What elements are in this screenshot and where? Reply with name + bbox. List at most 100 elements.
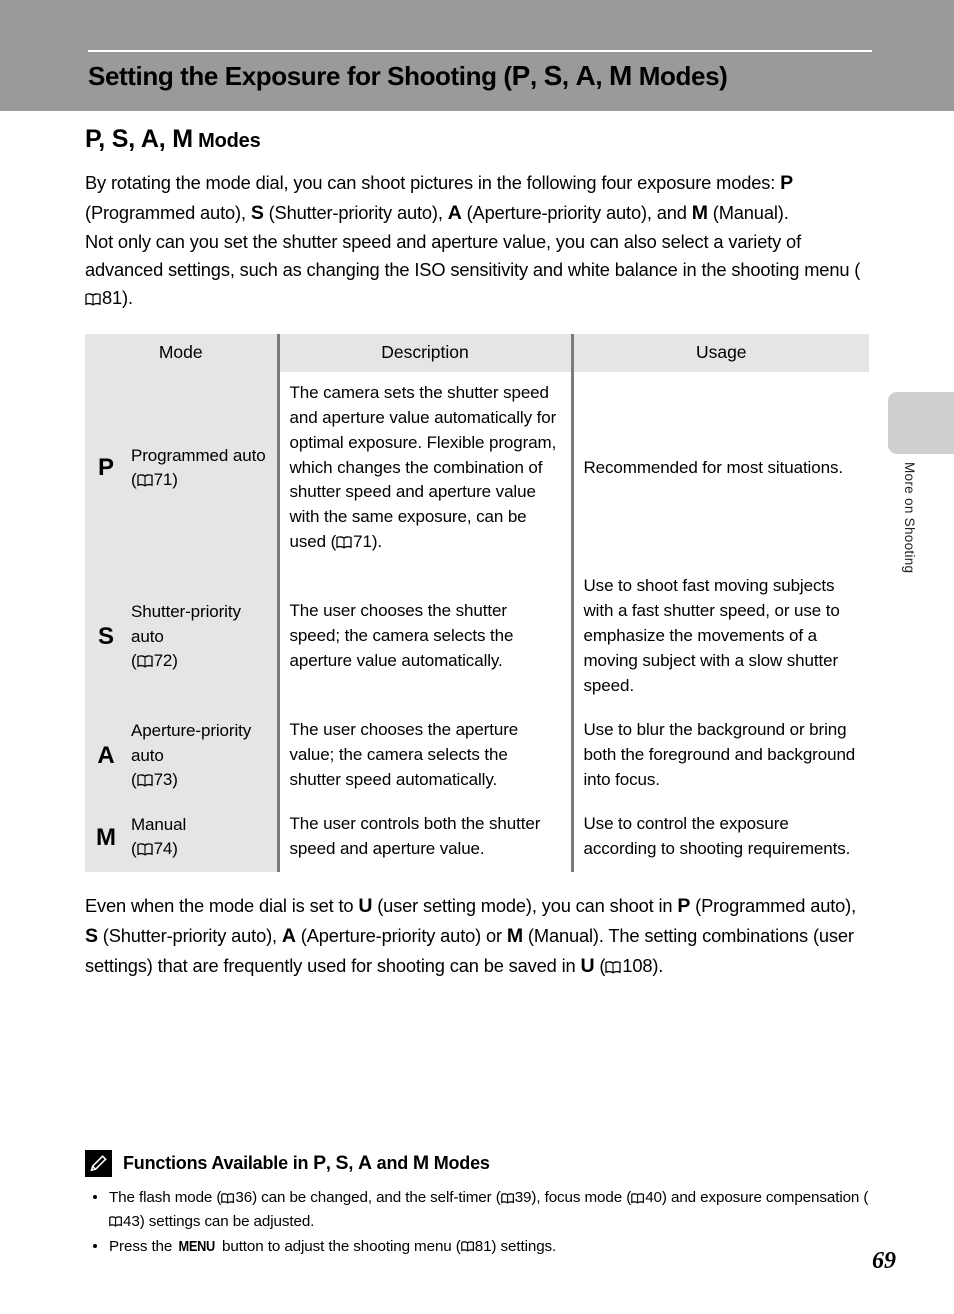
page-title-prefix: Setting the Exposure for Shooting ( [88,61,512,91]
inline-mode-u-2: U [580,955,595,978]
intro-text-a: By rotating the mode dial, you can shoot… [85,172,781,193]
intro-paragraph-2: Not only can you set the shutter speed a… [85,228,869,313]
after-text-h: ). [652,955,664,977]
intro2-text-b: ). [122,287,133,309]
mode-description-text-p: The camera sets the shutter speed and ap… [289,382,557,552]
page-number: 69 [872,1248,896,1274]
mode-description-p: The camera sets the shutter speed and ap… [276,371,572,566]
book-reference-icon [460,1241,475,1252]
mode-description-a: The user chooses the aperture value; the… [276,709,572,804]
bullet1-text-b: ) can be changed, and the self-timer ( [252,1189,501,1206]
mode-cell-a: A Aperture-priority auto(73) [85,709,278,804]
section-heading-mode-p: P [85,125,99,153]
note-title-prefix: Functions Available in [123,1153,314,1173]
note-mode-a: A [357,1152,372,1174]
table-header-row: Mode Description Usage [85,333,869,372]
inline-mode-s: S [250,202,264,225]
mode-page-ref-p: 71 [153,469,173,489]
inline-mode-p: P [780,172,793,194]
intro2-page-ref: 81 [102,287,123,309]
bullet1-ref-2: 39 [514,1189,532,1206]
bullet1-text-d: ) and exposure compensation ( [661,1189,869,1206]
mode-name-p: Programmed auto(71) [131,445,266,489]
intro-text-e: (Manual). [707,202,789,224]
section-heading-suffix: Modes [192,130,261,152]
inline-mode-p-2: P [677,895,691,918]
user-setting-paragraph: Even when the mode dial is set to U (use… [85,891,869,981]
bullet2-ref-1: 81 [474,1237,492,1255]
column-header-mode: Mode [85,333,278,372]
table-row: M Manual(74) The user controls both the … [85,803,869,873]
menu-button-glyph: MENU [178,1238,216,1255]
bullet1-ref-1: 36 [235,1189,253,1206]
note-mode-m: M [412,1152,429,1174]
mode-letter-a: A [97,742,115,770]
mode-name-s: Shutter-priority auto(72) [131,602,241,671]
inline-mode-m-2: M [506,925,523,948]
bullet2-text-c: ) settings. [491,1237,557,1255]
intro-text-b: (Programmed auto), [85,202,251,224]
intro-paragraph-1: By rotating the mode dial, you can shoot… [85,168,869,228]
after-text-g: ( [594,955,606,977]
mode-name-text-a: Aperture-priority auto [131,721,252,765]
page-title-mode-m: M [609,60,632,91]
page-title-mode-a: A [575,60,596,91]
after-text-e: (Aperture-priority auto) or [295,925,507,947]
after-text-c: (Programmed auto), [690,895,857,917]
after-text-a: Even when the mode dial is set to [85,895,359,917]
book-reference-icon [85,293,102,307]
book-reference-icon [605,961,622,975]
mode-name-m: Manual(74) [131,814,187,859]
page-title-suffix: Modes) [631,61,728,91]
note-mode-s: S [335,1152,349,1174]
mode-usage-p: Recommended for most situations. [570,371,869,566]
book-reference-icon [221,1192,235,1204]
mode-cell-p: P Programmed auto(71) [85,371,278,566]
mode-page-ref-m: 74 [153,839,173,859]
note-block: Functions Available in P, S, A and M Mod… [85,1150,869,1260]
table-row: S Shutter-priority auto(72) The user cho… [85,565,869,710]
book-reference-icon [136,774,154,787]
section-heading-mode-a: A [140,125,159,153]
page-content: P, S, A, M Modes By rotating the mode di… [85,125,869,981]
list-item: Press the MENU button to adjust the shoo… [85,1235,869,1259]
book-reference-icon [500,1192,515,1204]
mode-description-m: The user controls both the shutter speed… [276,803,572,873]
page-header-band: Setting the Exposure for Shooting (P, S,… [0,0,954,111]
inline-mode-a: A [447,202,462,225]
inline-mode-a-2: A [281,925,296,948]
after-text-d: (Shutter-priority auto), [97,925,282,947]
mode-usage-a: Use to blur the background or bring both… [570,709,869,804]
section-heading-mode-m: M [172,125,193,153]
book-reference-icon [631,1192,645,1204]
bullet1-text-a: The flash mode ( [109,1189,222,1206]
table-row: A Aperture-priority auto(73) The user ch… [85,709,869,804]
mode-name-a: Aperture-priority auto(73) [131,721,252,790]
note-bullet-list: The flash mode ( 36) can be changed, and … [85,1186,869,1259]
section-heading: P, S, A, M Modes [85,125,261,153]
mode-usage-s: Use to shoot fast moving subjects with a… [570,565,869,710]
mode-letter-p: P [98,454,114,482]
column-header-usage: Usage [570,333,869,372]
book-reference-icon [136,474,154,487]
bullet1-ref-3: 40 [645,1189,662,1206]
bullet2-text-a: Press the [109,1237,177,1255]
list-item: The flash mode ( 36) can be changed, and … [85,1186,869,1234]
page-title: Setting the Exposure for Shooting (P, S,… [88,60,728,91]
column-header-description: Description [276,333,572,372]
table-row: P Programmed auto(71) The camera sets th… [85,371,869,566]
after-page-ref: 108 [622,955,653,977]
mode-letter-m: M [96,823,116,851]
note-title-and: and [371,1153,413,1173]
note-heading: Functions Available in P, S, A and M Mod… [85,1150,869,1177]
intro2-text-a: Not only can you set the shutter speed a… [85,231,861,281]
inline-mode-m: M [691,202,708,225]
intro-text-d: (Aperture-priority auto), and [461,202,692,224]
mode-description-ref-p: 71 [353,532,372,552]
intro-text-c: (Shutter-priority auto), [263,202,448,224]
mode-letter-s: S [98,623,114,651]
bullet1-text-e: ) settings can be adjusted. [139,1212,315,1230]
pencil-note-icon [85,1150,112,1177]
page-title-mode-p: P [511,60,531,91]
mode-description-tail-p: ). [371,532,383,552]
